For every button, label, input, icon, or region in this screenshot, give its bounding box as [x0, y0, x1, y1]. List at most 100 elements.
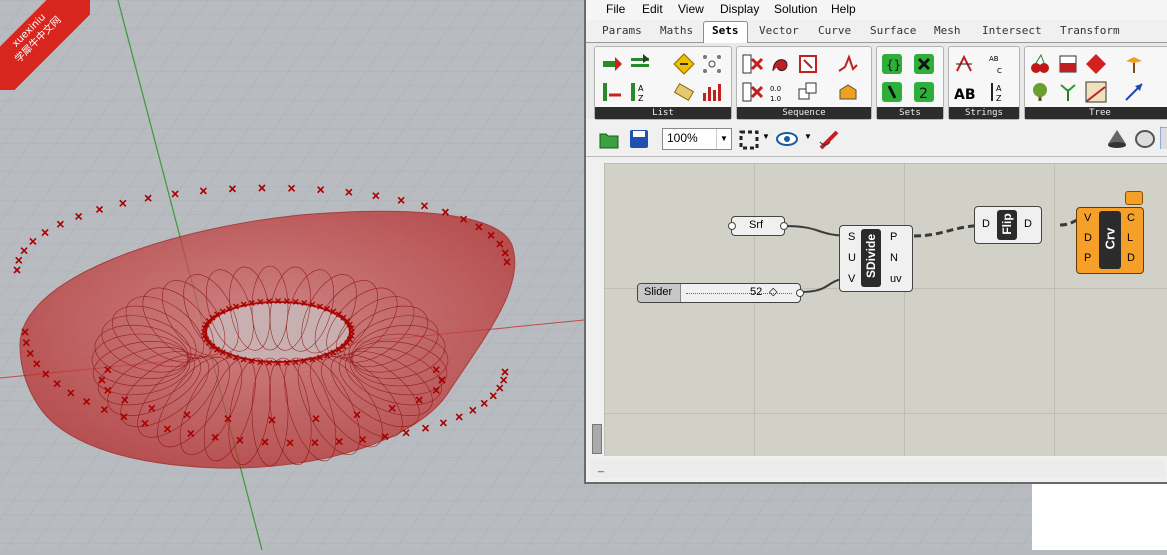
- set-majority-icon[interactable]: 2: [913, 81, 935, 103]
- crv-input-d[interactable]: D: [1084, 232, 1092, 244]
- component-ribbon: AZ List 0.01.0 Sequence {} 2 Sets ABC: [586, 43, 1167, 120]
- canvas-toolbar: 100% ▼ ▼ ▼: [586, 122, 1167, 157]
- slider-output-grip[interactable]: [796, 289, 804, 297]
- tab-maths[interactable]: Maths: [660, 24, 693, 37]
- sdivide-output-uv[interactable]: uv: [890, 273, 902, 285]
- preview-shaded-icon[interactable]: [1106, 128, 1128, 150]
- viewport-white-panel: [1032, 484, 1167, 550]
- sketch-pen-icon[interactable]: [818, 128, 840, 150]
- tab-mesh[interactable]: Mesh: [934, 24, 961, 37]
- crv-output-c[interactable]: C: [1127, 212, 1135, 224]
- trim-tree-icon[interactable]: [1057, 81, 1079, 103]
- sdivide-input-u[interactable]: U: [848, 252, 856, 264]
- crv-component[interactable]: V D P Crv C L D: [1076, 207, 1144, 274]
- sdivide-output-n[interactable]: N: [890, 252, 898, 264]
- tab-vector[interactable]: Vector: [759, 24, 799, 37]
- crv-output-d[interactable]: D: [1127, 252, 1135, 264]
- simplify-tree-icon[interactable]: [1029, 81, 1051, 103]
- cherry-icon[interactable]: [1029, 53, 1051, 75]
- tab-intersect[interactable]: Intersect: [982, 24, 1042, 37]
- svg-text:Z: Z: [638, 94, 644, 103]
- flip-component[interactable]: D Flip D: [974, 206, 1042, 244]
- canvas-scrollbar[interactable]: [592, 424, 602, 454]
- svg-text:1.0: 1.0: [770, 95, 781, 103]
- sdivide-input-v[interactable]: V: [848, 273, 855, 285]
- menu-file[interactable]: File: [606, 2, 625, 16]
- group-list-label: List: [595, 107, 731, 119]
- menu-view[interactable]: View: [678, 2, 704, 16]
- tab-surface[interactable]: Surface: [870, 24, 916, 37]
- chevron-down-icon[interactable]: ▼: [716, 129, 731, 149]
- menu-solution[interactable]: Solution: [774, 2, 817, 16]
- number-slider[interactable]: Slider 52 ◇: [637, 283, 804, 303]
- chevron-down-icon[interactable]: ▼: [762, 132, 770, 141]
- list-item-icon[interactable]: [601, 53, 623, 75]
- menu-display[interactable]: Display: [720, 2, 759, 16]
- list-sort-icon[interactable]: [601, 81, 623, 103]
- set-difference-icon[interactable]: [913, 53, 935, 75]
- preview-eye-icon[interactable]: [776, 128, 798, 150]
- path-mapper-icon[interactable]: [1085, 81, 1107, 103]
- tab-transform[interactable]: Transform: [1060, 24, 1120, 37]
- text-join-icon[interactable]: AB C: [987, 53, 1009, 75]
- gh-canvas[interactable]: Srf Slider 52 ◇ S U V SDivide P N uv D F…: [604, 163, 1167, 456]
- save-file-icon[interactable]: [628, 128, 650, 150]
- flatten-tree-icon[interactable]: [1057, 53, 1079, 75]
- set-intersection-icon[interactable]: [881, 81, 903, 103]
- list-length-icon[interactable]: [629, 53, 651, 75]
- jitter-icon[interactable]: [837, 81, 859, 103]
- duplicate-data-icon[interactable]: [797, 81, 819, 103]
- srf-param[interactable]: Srf: [728, 216, 788, 236]
- cull-pattern-icon[interactable]: [741, 53, 763, 75]
- text-split-icon[interactable]: [953, 53, 975, 75]
- crv-output-l[interactable]: L: [1127, 232, 1133, 244]
- sdivide-name-tag: SDivide: [861, 229, 881, 287]
- slider-handle-icon[interactable]: ◇: [769, 285, 777, 298]
- reverse-list-icon[interactable]: [673, 81, 695, 103]
- svg-text:A: A: [996, 84, 1002, 93]
- sdivide-component[interactable]: S U V SDivide P N uv: [839, 225, 913, 292]
- series-icon[interactable]: [797, 53, 819, 75]
- shift-list-icon[interactable]: [673, 53, 695, 75]
- flip-input-d[interactable]: D: [982, 218, 990, 230]
- preview-mode-icon[interactable]: [1160, 127, 1167, 149]
- shift-paths-icon[interactable]: [1123, 81, 1145, 103]
- characters-icon[interactable]: AB: [953, 81, 975, 103]
- sort-list-icon[interactable]: AZ: [629, 81, 651, 103]
- split-list-icon[interactable]: [701, 81, 723, 103]
- tab-params[interactable]: Params: [602, 24, 642, 37]
- partition-list-icon[interactable]: [701, 53, 723, 75]
- preview-wire-icon[interactable]: [1134, 128, 1156, 150]
- sdivide-output-p[interactable]: P: [890, 231, 897, 243]
- text-sort-icon[interactable]: AZ: [987, 81, 1009, 103]
- srf-input-grip[interactable]: [728, 222, 736, 230]
- menu-help[interactable]: Help: [831, 2, 856, 16]
- open-file-icon[interactable]: [598, 128, 620, 150]
- explode-tree-icon[interactable]: [1123, 53, 1145, 75]
- srf-output-grip[interactable]: [780, 222, 788, 230]
- crv-input-p[interactable]: P: [1084, 252, 1091, 264]
- zoom-extents-icon[interactable]: [738, 129, 760, 151]
- srf-param-label: Srf: [749, 219, 764, 231]
- crv-input-v[interactable]: V: [1084, 212, 1091, 224]
- tab-sets[interactable]: Sets: [703, 21, 748, 44]
- slider-name-tag: Slider: [638, 284, 681, 302]
- graft-tree-icon[interactable]: [1085, 53, 1107, 75]
- svg-text:A: A: [638, 84, 644, 93]
- crv-name-tag: Crv: [1099, 211, 1121, 269]
- menu-bar: File Edit View Display Solution Help: [586, 0, 1167, 20]
- range-icon[interactable]: 0.01.0: [769, 81, 791, 103]
- sdivide-input-s[interactable]: S: [848, 231, 855, 243]
- crv-name: Crv: [1102, 227, 1118, 250]
- fibonacci-icon[interactable]: [837, 53, 859, 75]
- menu-edit[interactable]: Edit: [642, 2, 663, 16]
- set-union-icon[interactable]: {}: [881, 53, 903, 75]
- zoom-dropdown[interactable]: 100% ▼: [662, 128, 732, 150]
- svg-text:{}: {}: [886, 58, 901, 72]
- cull-index-icon[interactable]: [741, 81, 763, 103]
- message-balloon-icon[interactable]: [1125, 191, 1143, 205]
- tab-curve[interactable]: Curve: [818, 24, 851, 37]
- chevron-down-icon[interactable]: ▼: [804, 132, 812, 141]
- random-reduce-icon[interactable]: [769, 53, 791, 75]
- flip-output-d[interactable]: D: [1024, 218, 1032, 230]
